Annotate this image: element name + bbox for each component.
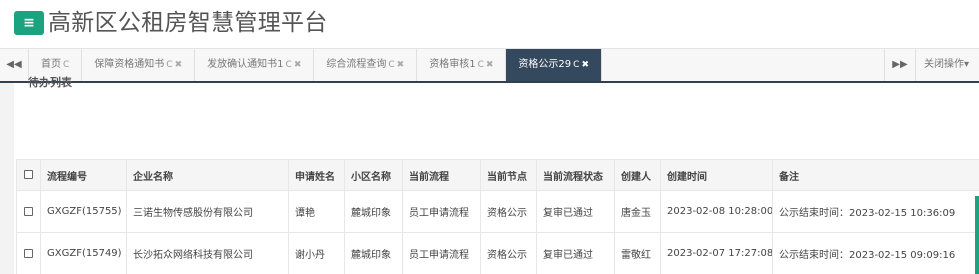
cell-process-id: GXGZF(15749) — [40, 232, 127, 274]
refresh-icon[interactable]: C — [388, 49, 394, 81]
cell-applicant: 谭艳 — [288, 190, 345, 233]
row-checkbox[interactable] — [16, 190, 41, 233]
cell-node: 资格公示 — [480, 190, 537, 233]
column-header[interactable]: 当前流程 — [402, 159, 481, 191]
cell-created-at: 2023-02-07 17:27:08 — [660, 232, 773, 274]
cell-node: 资格公示 — [480, 232, 537, 274]
close-operations-dropdown[interactable]: 关闭操作▾ — [915, 49, 979, 81]
cell-community: 麓城印象 — [344, 232, 403, 274]
cell-company: 长沙拓众网络科技有限公司 — [126, 232, 289, 274]
cell-creator: 雷敬红 — [614, 232, 661, 274]
close-icon[interactable]: ✖ — [486, 49, 494, 81]
content-area: 待办列表 流程编号 企业名称 申请姓名 小区名称 当前流程 当前节点 当前流程状… — [0, 77, 979, 274]
cell-process: 员工申请流程 — [402, 232, 481, 274]
tab-label: 保障资格通知书 — [94, 59, 165, 70]
tab-process-query[interactable]: 综合流程查询 C ✖ — [314, 49, 418, 81]
tab-label: 发放确认通知书1 — [207, 59, 284, 70]
tab-list: 首页 C 保障资格通知书 C ✖ 发放确认通知书1 C ✖ 综合流程查询 C ✖… — [29, 49, 602, 81]
refresh-icon[interactable]: C — [286, 49, 292, 81]
cell-remark: 公示结束时间：2023-02-15 10:36:09 — [772, 190, 979, 233]
tab-label: 资格审核1 — [429, 59, 476, 70]
column-header[interactable]: 备注 — [772, 159, 979, 191]
refresh-icon[interactable]: C — [573, 49, 579, 81]
tab-qualification-review[interactable]: 资格审核1 C ✖ — [417, 49, 507, 81]
close-icon[interactable]: ✖ — [581, 49, 589, 81]
todo-table: 流程编号 企业名称 申请姓名 小区名称 当前流程 当前节点 当前流程状态 创建人… — [16, 159, 979, 274]
cell-process-id: GXGZF(15755) — [40, 190, 127, 233]
cell-status: 复审已通过 — [536, 190, 615, 233]
column-header[interactable]: 小区名称 — [344, 159, 403, 191]
cell-status: 复审已通过 — [536, 232, 615, 274]
cell-remark: 公示结束时间：2023-02-15 09:09:16 — [772, 232, 979, 274]
cell-applicant: 谢小丹 — [288, 232, 345, 274]
menu-toggle-button[interactable]: ≡ — [14, 11, 44, 35]
tab-label: 资格公示29 — [518, 59, 572, 70]
tab-issue-confirmation[interactable]: 发放确认通知书1 C ✖ — [195, 49, 315, 81]
column-header[interactable]: 创建人 — [614, 159, 661, 191]
row-checkbox[interactable] — [16, 232, 41, 274]
table-row[interactable]: GXGZF(15755) 三诺生物传感股份有限公司 谭艳 麓城印象 员工申请流程… — [16, 190, 979, 233]
double-chevron-left-icon[interactable]: ◀◀ — [0, 49, 29, 81]
column-header[interactable]: 当前节点 — [480, 159, 537, 191]
refresh-icon[interactable]: C — [478, 49, 484, 81]
cell-creator: 唐金玉 — [614, 190, 661, 233]
tab-qualification-publicity[interactable]: 资格公示29 C ✖ — [506, 49, 602, 81]
tab-qualification-notice[interactable]: 保障资格通知书 C ✖ — [82, 49, 196, 81]
refresh-icon[interactable]: C — [166, 49, 172, 81]
table-header-row: 流程编号 企业名称 申请姓名 小区名称 当前流程 当前节点 当前流程状态 创建人… — [16, 159, 979, 191]
panel-title: 待办列表 — [28, 76, 72, 89]
tab-label: 综合流程查询 — [326, 59, 387, 70]
app-title: 高新区公租房智慧管理平台 — [48, 10, 328, 36]
column-header[interactable]: 企业名称 — [126, 159, 289, 191]
cell-community: 麓城印象 — [344, 190, 403, 233]
column-header[interactable]: 当前流程状态 — [536, 159, 615, 191]
column-header[interactable]: 申请姓名 — [288, 159, 345, 191]
hamburger-menu-icon: ≡ — [23, 15, 35, 31]
column-header[interactable]: 创建时间 — [660, 159, 773, 191]
row-action-edge[interactable] — [975, 196, 979, 274]
column-header[interactable]: 流程编号 — [40, 159, 127, 191]
cell-company: 三诺生物传感股份有限公司 — [126, 190, 289, 233]
double-chevron-right-icon[interactable]: ▶▶ — [884, 49, 915, 81]
select-all-checkbox[interactable] — [16, 159, 41, 191]
cell-created-at: 2023-02-08 10:28:00 — [660, 190, 773, 233]
cell-process: 员工申请流程 — [402, 190, 481, 233]
table-row[interactable]: GXGZF(15749) 长沙拓众网络科技有限公司 谢小丹 麓城印象 员工申请流… — [16, 232, 979, 274]
close-icon[interactable]: ✖ — [175, 49, 183, 81]
tab-bar: ◀◀ 首页 C 保障资格通知书 C ✖ 发放确认通知书1 C ✖ 综合流程查询 … — [0, 49, 979, 83]
close-icon[interactable]: ✖ — [294, 49, 302, 81]
close-icon[interactable]: ✖ — [397, 49, 405, 81]
app-header: ≡ 高新区公租房智慧管理平台 — [0, 0, 979, 49]
